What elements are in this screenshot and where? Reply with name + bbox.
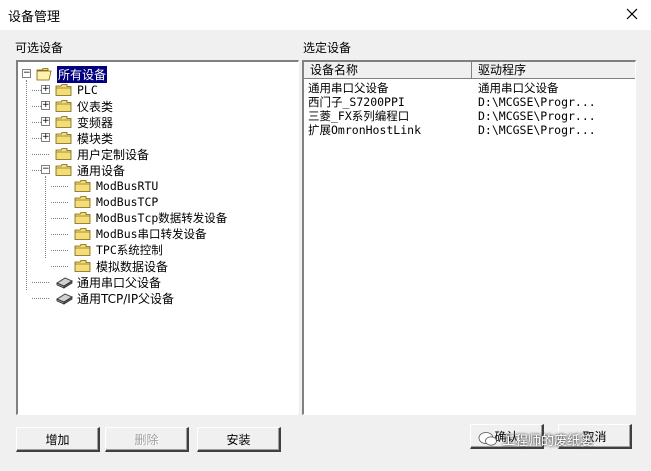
driver-cell: D:\MCGSE\Progr...	[478, 109, 596, 123]
expand-icon[interactable]: +	[41, 133, 50, 142]
device-name-cell: 西门子_S7200PPI	[308, 95, 405, 109]
folder-open-icon	[36, 67, 57, 81]
tree-item[interactable]: TPC系统控制	[74, 242, 164, 258]
watermark: 工程师的废纸篓	[478, 428, 638, 450]
tree-item-label: 所有设备	[55, 64, 109, 84]
tree-item[interactable]: ModBusTCP	[74, 194, 159, 210]
device-name-cell: 扩展OmronHostLink	[308, 123, 422, 137]
tree-item-label: ModBus串口转发设备	[96, 227, 207, 241]
tree-item-label: ModBusTcp数据转发设备	[96, 211, 228, 225]
tree-item[interactable]: ModBusRTU	[74, 178, 159, 194]
tree-item[interactable]: 模块类	[55, 130, 114, 146]
tree-item-label: TPC系统控制	[96, 243, 163, 257]
tree-item-label: 用户定制设备	[77, 147, 150, 162]
tree-item[interactable]: 用户定制设备	[55, 146, 150, 162]
tree-item-label: ModBusTCP	[96, 195, 159, 209]
install-button[interactable]: 安装	[197, 427, 281, 452]
device-tree[interactable]: − 所有设备 + PLC + 仪表类 + 变频器 + 模块类 用户定制设备 − 通用设备 ModBusRT…	[16, 60, 299, 415]
tree-item[interactable]: 通用设备	[55, 162, 126, 178]
list-item[interactable]: 西门子_S7200PPI D:\MCGSE\Progr...	[308, 95, 596, 109]
window-title: 设备管理	[8, 10, 61, 25]
tree-item-label: PLC	[77, 83, 98, 97]
tree-item[interactable]: 通用串口父设备	[55, 274, 162, 290]
tree-item[interactable]: PLC	[55, 82, 99, 98]
available-devices-label: 可选设备	[15, 41, 64, 55]
device-name-cell: 三菱_FX系列编程口	[308, 109, 410, 123]
watermark-text: 工程师的废纸篓	[502, 433, 594, 449]
folder-icon	[74, 243, 95, 257]
list-item[interactable]: 三菱_FX系列编程口 D:\MCGSE\Progr...	[308, 109, 596, 123]
tree-item-label: 模拟数据设备	[96, 259, 169, 274]
collapse-icon[interactable]: −	[22, 69, 31, 78]
folder-icon	[74, 179, 95, 193]
device-name-cell: 通用串口父设备	[308, 81, 389, 95]
column-header-device-name[interactable]: 设备名称	[304, 62, 472, 79]
folder-icon	[74, 227, 95, 241]
tree-item-label: 模块类	[77, 131, 114, 146]
tree-item[interactable]: 仪表类	[55, 98, 114, 114]
driver-cell: D:\MCGSE\Progr...	[478, 95, 596, 109]
device-icon	[55, 291, 76, 305]
device-icon	[55, 275, 76, 289]
expand-icon[interactable]: +	[41, 85, 50, 94]
tree-item[interactable]: 通用TCP/IP父设备	[55, 290, 175, 306]
tree-item[interactable]: ModBusTcp数据转发设备	[74, 210, 228, 226]
wechat-icon	[478, 432, 497, 446]
title-bar: 设备管理	[0, 0, 651, 30]
folder-icon	[55, 99, 76, 113]
folder-icon	[55, 83, 76, 97]
folder-icon	[74, 195, 95, 209]
folder-icon	[74, 259, 95, 273]
folder-icon	[55, 147, 76, 161]
folder-icon	[55, 163, 76, 177]
list-item[interactable]: 通用串口父设备 通用串口父设备	[308, 81, 559, 95]
expand-icon[interactable]: +	[41, 101, 50, 110]
selected-devices-label: 选定设备	[303, 41, 352, 55]
folder-icon	[55, 131, 76, 145]
folder-icon	[74, 211, 95, 225]
tree-item[interactable]: ModBus串口转发设备	[74, 226, 208, 242]
tree-item-label: 仪表类	[77, 99, 114, 114]
tree-item[interactable]: 所有设备	[36, 64, 109, 84]
tree-item[interactable]: 模拟数据设备	[74, 258, 169, 274]
selected-device-list[interactable]: 设备名称 驱动程序 通用串口父设备 通用串口父设备 西门子_S7200PPI D…	[302, 60, 636, 415]
collapse-icon[interactable]: −	[41, 165, 50, 174]
column-header-driver[interactable]: 驱动程序	[472, 62, 635, 79]
driver-cell: 通用串口父设备	[478, 81, 559, 95]
tree-item-label: 通用TCP/IP父设备	[77, 291, 175, 306]
close-button[interactable]	[619, 3, 645, 25]
add-button[interactable]: 增加	[16, 427, 100, 452]
tree-item-label: 变频器	[77, 115, 114, 130]
tree-item-label: ModBusRTU	[96, 179, 159, 193]
close-icon	[626, 8, 638, 20]
tree-item-label: 通用设备	[77, 163, 126, 178]
expand-icon[interactable]: +	[41, 117, 50, 126]
driver-cell: D:\MCGSE\Progr...	[478, 123, 596, 137]
list-item[interactable]: 扩展OmronHostLink D:\MCGSE\Progr...	[308, 123, 596, 137]
tree-item[interactable]: 变频器	[55, 114, 114, 130]
tree-item-label: 通用串口父设备	[77, 275, 162, 290]
delete-button[interactable]: 删除	[105, 427, 189, 452]
folder-icon	[55, 115, 76, 129]
